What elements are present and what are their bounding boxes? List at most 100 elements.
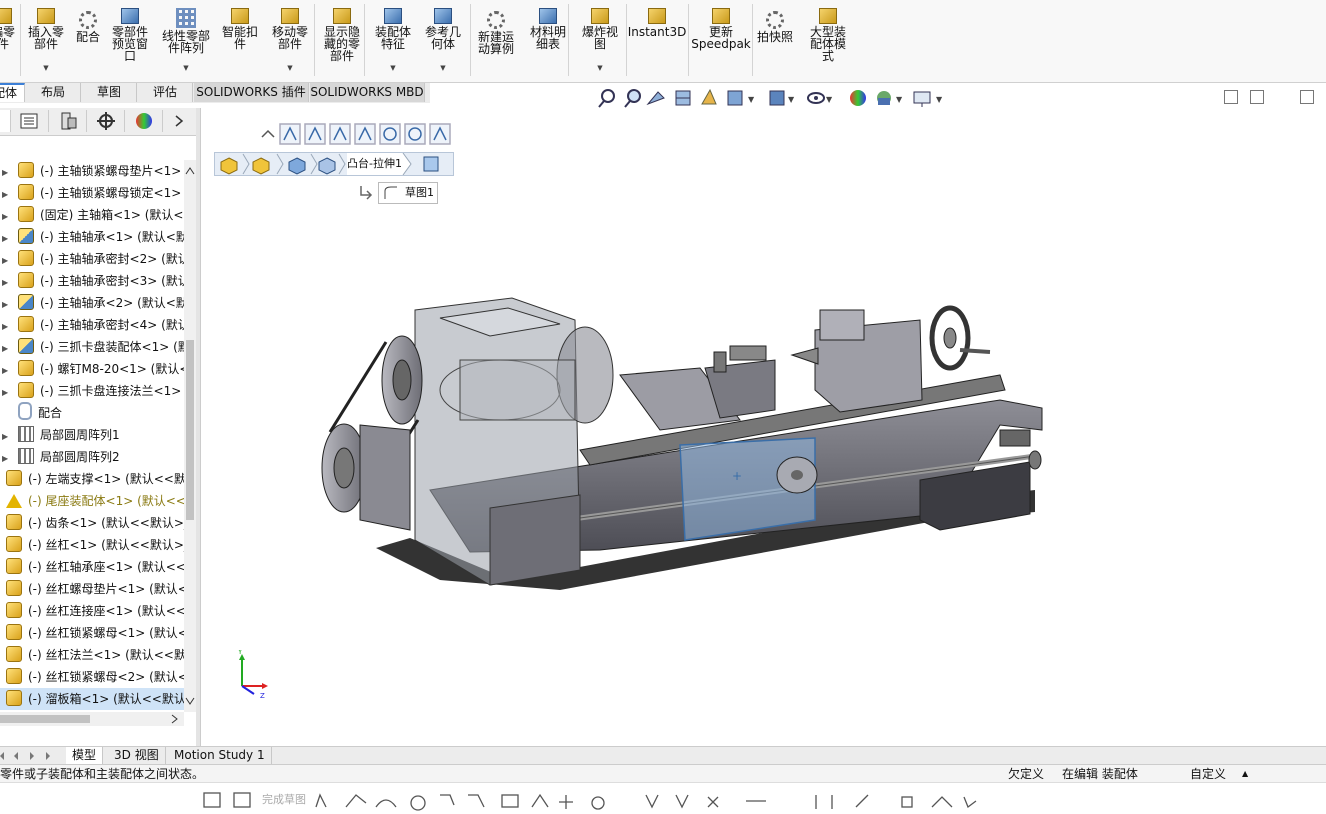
- chevron-down-icon[interactable]: ▼: [597, 62, 602, 74]
- ribbon-button-12[interactable]: 爆炸视 图 ▼: [574, 2, 626, 78]
- repair-sketch-icon[interactable]: [931, 796, 953, 808]
- tree-item[interactable]: (-) 丝杠连接座<1> (默认<<默: [0, 600, 184, 622]
- tree-item[interactable]: (-) 左端支撑<1> (默认<<默认: [0, 468, 184, 490]
- rectangle-tool-icon[interactable]: [501, 794, 519, 808]
- feature-breadcrumb-label[interactable]: 凸台-拉伸1: [347, 153, 402, 175]
- linear-pattern-sketch-icon[interactable]: [815, 795, 833, 809]
- ribbon-button-3[interactable]: 零部件 预览窗 口: [104, 2, 156, 78]
- hide-show-items-icon[interactable]: ▼: [807, 92, 833, 104]
- exit-sketch-icon[interactable]: [203, 792, 221, 808]
- tree-item[interactable]: ▶ (-) 主轴轴承密封<4> (默认: [0, 314, 184, 336]
- zoom-to-area-icon[interactable]: [624, 89, 641, 108]
- spline-tool-icon[interactable]: [345, 794, 367, 808]
- tree-horizontal-scrollbar[interactable]: [0, 712, 184, 726]
- panel-splitter[interactable]: [196, 108, 201, 748]
- tab-4[interactable]: SOLIDWORKS 插件: [194, 83, 309, 102]
- bottom-tab-1[interactable]: 3D 视图: [108, 747, 166, 764]
- tab-3[interactable]: 评估: [138, 83, 193, 102]
- fillet-tool-icon[interactable]: [591, 796, 605, 810]
- configurationmanager-tab[interactable]: [50, 110, 87, 132]
- chevron-down-icon[interactable]: ▼: [287, 62, 292, 74]
- tree-item[interactable]: (-) 尾座装配体<1> (默认<<: [0, 490, 184, 512]
- tree-item[interactable]: ▶ (-) 主轴轴承<1> (默认<默: [0, 226, 184, 248]
- centerline-tool-icon[interactable]: [559, 795, 573, 809]
- previous-view-icon[interactable]: [646, 91, 665, 106]
- tree-item[interactable]: ▶ (-) 主轴锁紧螺母垫片<1>: [0, 160, 184, 182]
- tree-expand-icon[interactable]: ▶: [2, 228, 10, 250]
- lathe-assembly-model[interactable]: +: [300, 280, 1060, 620]
- ribbon-button-6[interactable]: 移动零 部件 ▼: [264, 2, 316, 78]
- smart-dimension-icon[interactable]: [233, 792, 251, 808]
- sketch-breadcrumb-icon[interactable]: [423, 156, 439, 172]
- tree-item[interactable]: ▶ (-) 主轴轴承<2> (默认<默: [0, 292, 184, 314]
- convert-entities-icon[interactable]: [675, 794, 689, 809]
- part-breadcrumb-icon[interactable]: [288, 157, 306, 175]
- sketch-breadcrumb[interactable]: 草图1: [378, 182, 438, 204]
- trim-tool-icon[interactable]: [645, 794, 659, 809]
- panel-expand-icon[interactable]: [164, 110, 200, 132]
- chevron-down-icon[interactable]: ▼: [390, 62, 395, 74]
- ribbon-button-1[interactable]: 插入零 部件 ▼: [22, 2, 70, 78]
- assembly-breadcrumb-icon[interactable]: [220, 157, 238, 175]
- displaymanager-tab[interactable]: [126, 110, 163, 132]
- tree-scroll-thumb[interactable]: [186, 340, 194, 520]
- tree-expand-icon[interactable]: ▶: [2, 338, 10, 360]
- chevron-down-icon[interactable]: ▼: [440, 62, 445, 74]
- featuremanager-tab[interactable]: [0, 110, 11, 132]
- tree-expand-icon[interactable]: ▶: [2, 448, 10, 470]
- zoom-to-fit-icon[interactable]: [598, 89, 615, 108]
- slot-tool-icon[interactable]: [440, 794, 455, 806]
- tree-expand-icon[interactable]: ▶: [2, 382, 10, 404]
- chevron-down-icon[interactable]: ▼: [43, 62, 48, 74]
- tree-expand-icon[interactable]: ▶: [2, 162, 10, 184]
- tree-item[interactable]: (-) 溜板箱<1> (默认<<默认>_: [0, 688, 184, 710]
- ribbon-button-15[interactable]: 拍快照: [752, 2, 798, 78]
- tree-expand-icon[interactable]: ▶: [2, 360, 10, 382]
- tree-item[interactable]: ▶ (固定) 主轴箱<1> (默认<<: [0, 204, 184, 226]
- window-restore-icon[interactable]: [1250, 90, 1264, 104]
- subassembly-breadcrumb-icon[interactable]: [252, 157, 270, 175]
- ribbon-button-0[interactable]: 編零 件: [0, 2, 20, 78]
- arc-tool-icon[interactable]: [375, 799, 397, 808]
- tree-expand-icon[interactable]: ▶: [2, 206, 10, 228]
- tree-item[interactable]: ▶ (-) 主轴锁紧螺母锁定<1>: [0, 182, 184, 204]
- window-maximize-icon[interactable]: [1300, 90, 1314, 104]
- tree-expand-icon[interactable]: ▶: [2, 184, 10, 206]
- ribbon-button-14[interactable]: 更新 Speedpak: [690, 2, 752, 78]
- ribbon-button-11[interactable]: 材料明 细表: [522, 2, 574, 78]
- tree-expand-icon[interactable]: ▶: [2, 316, 10, 338]
- tree-item[interactable]: (-) 丝杠螺母垫片<1> (默认<<: [0, 578, 184, 600]
- tab-0[interactable]: 配体: [0, 83, 25, 102]
- section-view-icon[interactable]: [675, 90, 691, 106]
- ribbon-button-16[interactable]: 大型装 配体模 式: [800, 2, 856, 78]
- ribbon-button-4[interactable]: 线性零部 件阵列 ▼: [156, 2, 216, 78]
- tree-item[interactable]: ▶ (-) 三抓卡盘连接法兰<1>: [0, 380, 184, 402]
- tree-item[interactable]: ▶ (-) 三抓卡盘装配体<1> (默: [0, 336, 184, 358]
- dimxpert-tab[interactable]: [88, 110, 125, 132]
- tree-item[interactable]: ▶ 局部圆周阵列1: [0, 424, 184, 446]
- tree-item[interactable]: (-) 丝杠锁紧螺母<2> (默认<<: [0, 666, 184, 688]
- tree-item[interactable]: (-) 丝杠法兰<1> (默认<<默认: [0, 644, 184, 666]
- tree-item[interactable]: ▶ (-) 螺钉M8-20<1> (默认<: [0, 358, 184, 380]
- tab-scroll-arrows[interactable]: [0, 747, 64, 764]
- tree-item[interactable]: (-) 齿条<1> (默认<<默认>_显: [0, 512, 184, 534]
- bottom-tab-0[interactable]: 模型: [66, 747, 104, 764]
- tree-item[interactable]: (-) 丝杠<1> (默认<<默认>_显: [0, 534, 184, 556]
- chevron-down-icon[interactable]: ▼: [183, 62, 188, 74]
- body-breadcrumb-icon[interactable]: [318, 157, 336, 175]
- ribbon-button-8[interactable]: 装配体 特征 ▼: [368, 2, 418, 78]
- complete-sketch-label[interactable]: 完成草图: [262, 791, 306, 807]
- tab-2[interactable]: 草图: [82, 83, 137, 102]
- tree-vertical-scrollbar[interactable]: [184, 160, 196, 712]
- units-dropdown-icon[interactable]: ▲: [1242, 765, 1248, 783]
- polygon-tool-icon[interactable]: [468, 794, 485, 808]
- ribbon-button-9[interactable]: 参考几 何体 ▼: [418, 2, 468, 78]
- ribbon-button-13[interactable]: Instant3D: [628, 2, 686, 78]
- tree-item[interactable]: ▶ (-) 主轴轴承密封<3> (默认: [0, 270, 184, 292]
- dynamic-annotation-icon[interactable]: [701, 88, 717, 105]
- ribbon-button-7[interactable]: 显示隐 藏的零 部件: [318, 2, 366, 78]
- edit-appearance-icon[interactable]: [850, 90, 866, 106]
- tree-item[interactable]: ▶ (-) 主轴轴承密封<2> (默认: [0, 248, 184, 270]
- line-tool-icon[interactable]: [315, 793, 327, 808]
- point-tool-icon[interactable]: [531, 793, 549, 808]
